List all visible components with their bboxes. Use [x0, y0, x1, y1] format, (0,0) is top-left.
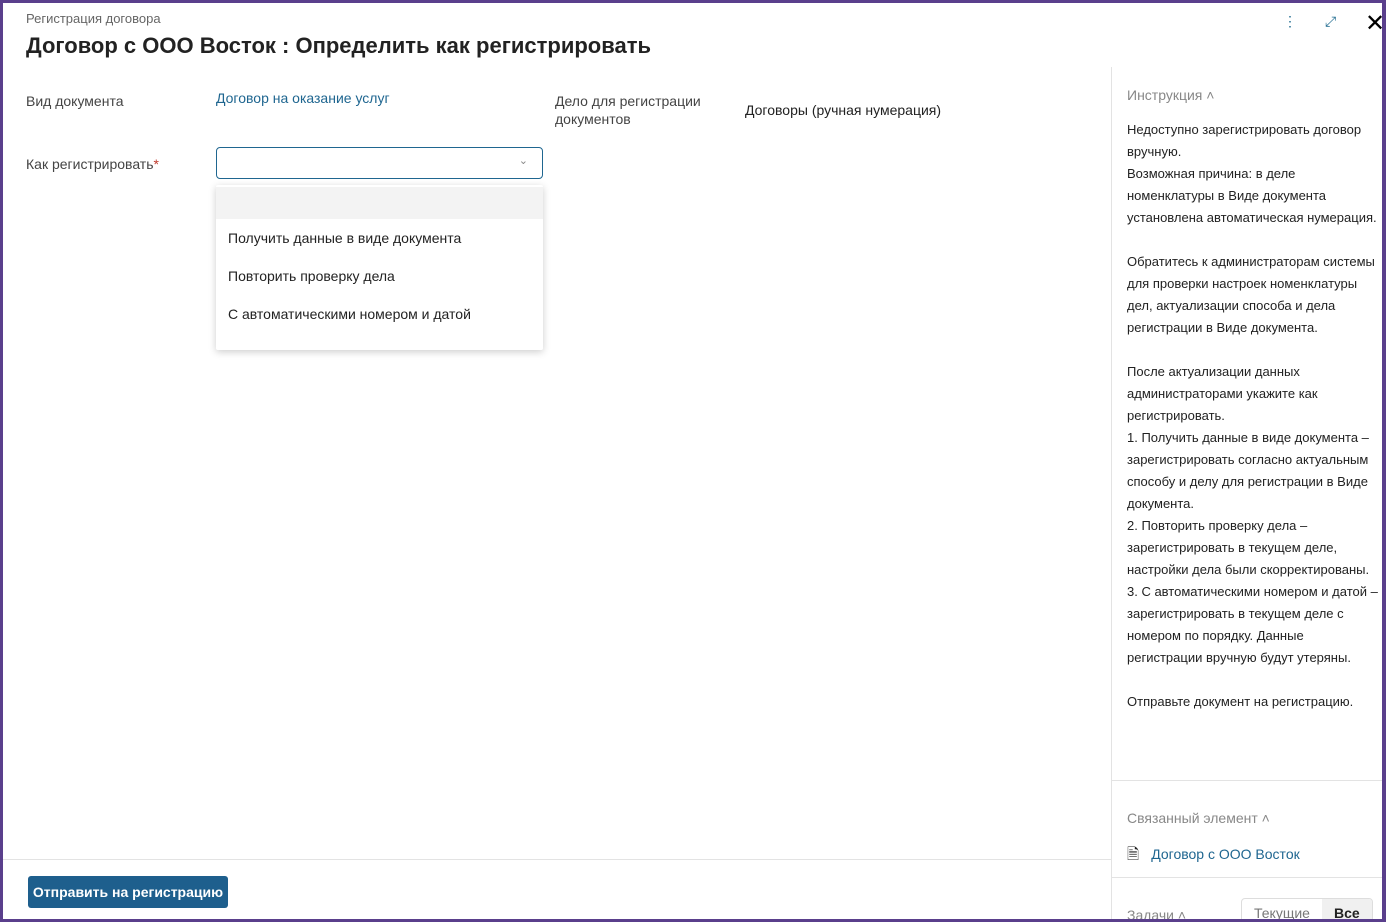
tasks-header[interactable]: Задачи ˄: [1127, 907, 1186, 919]
dropdown-option[interactable]: Повторить проверку дела: [216, 257, 543, 295]
instruction-header[interactable]: Инструкция ˄: [1127, 87, 1214, 103]
how-register-select[interactable]: ⌄: [216, 147, 543, 179]
page-title: Договор с ООО Восток : Определить как ре…: [26, 33, 652, 58]
case-value: Договоры (ручная нумерация): [745, 102, 942, 118]
dropdown-option[interactable]: Получить данные в виде документа: [216, 219, 543, 257]
doc-type-link[interactable]: Договор на оказание услуг: [216, 90, 390, 106]
dropdown-option-empty[interactable]: [216, 187, 543, 219]
chevron-up-icon: ˄: [1206, 87, 1215, 103]
case-label: Дело для регистрации документов: [555, 93, 701, 127]
tasks-filter: Текущие Все: [1241, 898, 1373, 919]
tasks-title: Задачи: [1127, 907, 1175, 919]
close-icon[interactable]: ✕: [1365, 9, 1382, 38]
linked-item-link[interactable]: Договор с ООО Восток: [1151, 846, 1300, 862]
chevron-up-icon: ˄: [1177, 907, 1187, 919]
linked-title: Связанный элемент: [1127, 810, 1258, 826]
linked-header[interactable]: Связанный элемент ˄: [1127, 810, 1270, 826]
required-mark: *: [153, 156, 159, 172]
dropdown-option[interactable]: С автоматическими номером и датой: [216, 295, 543, 333]
how-label: Как регистрировать*: [26, 155, 159, 173]
instruction-text: Недоступно зарегистрировать договор вруч…: [1127, 122, 1378, 709]
dropdown-list: Получить данные в виде документа Повтори…: [216, 185, 543, 350]
doc-type-label: Вид документа: [26, 93, 124, 109]
submit-button[interactable]: Отправить на регистрацию: [28, 876, 228, 908]
breadcrumb: Регистрация договора: [26, 11, 161, 26]
tab-current[interactable]: Текущие: [1242, 899, 1322, 919]
sidebar: Инструкция ˄ Недоступно зарегистрировать…: [1111, 67, 1382, 919]
divider: [1112, 877, 1382, 878]
instruction-title: Инструкция: [1127, 87, 1203, 103]
more-icon[interactable]: ⋮: [1283, 13, 1297, 30]
chevron-down-icon: ⌄: [518, 155, 528, 167]
chevron-up-icon: ˄: [1261, 810, 1270, 826]
linked-item[interactable]: 🗎 Договор с ООО Восток: [1127, 844, 1300, 869]
tab-all[interactable]: Все: [1321, 899, 1372, 919]
dialog-window: Регистрация договора Договор с ООО Восто…: [3, 3, 1382, 919]
document-icon: 🗎: [1127, 846, 1140, 863]
how-label-text: Как регистрировать: [26, 156, 154, 172]
divider: [1112, 780, 1382, 781]
expand-icon[interactable]: ⤢: [1325, 13, 1336, 30]
